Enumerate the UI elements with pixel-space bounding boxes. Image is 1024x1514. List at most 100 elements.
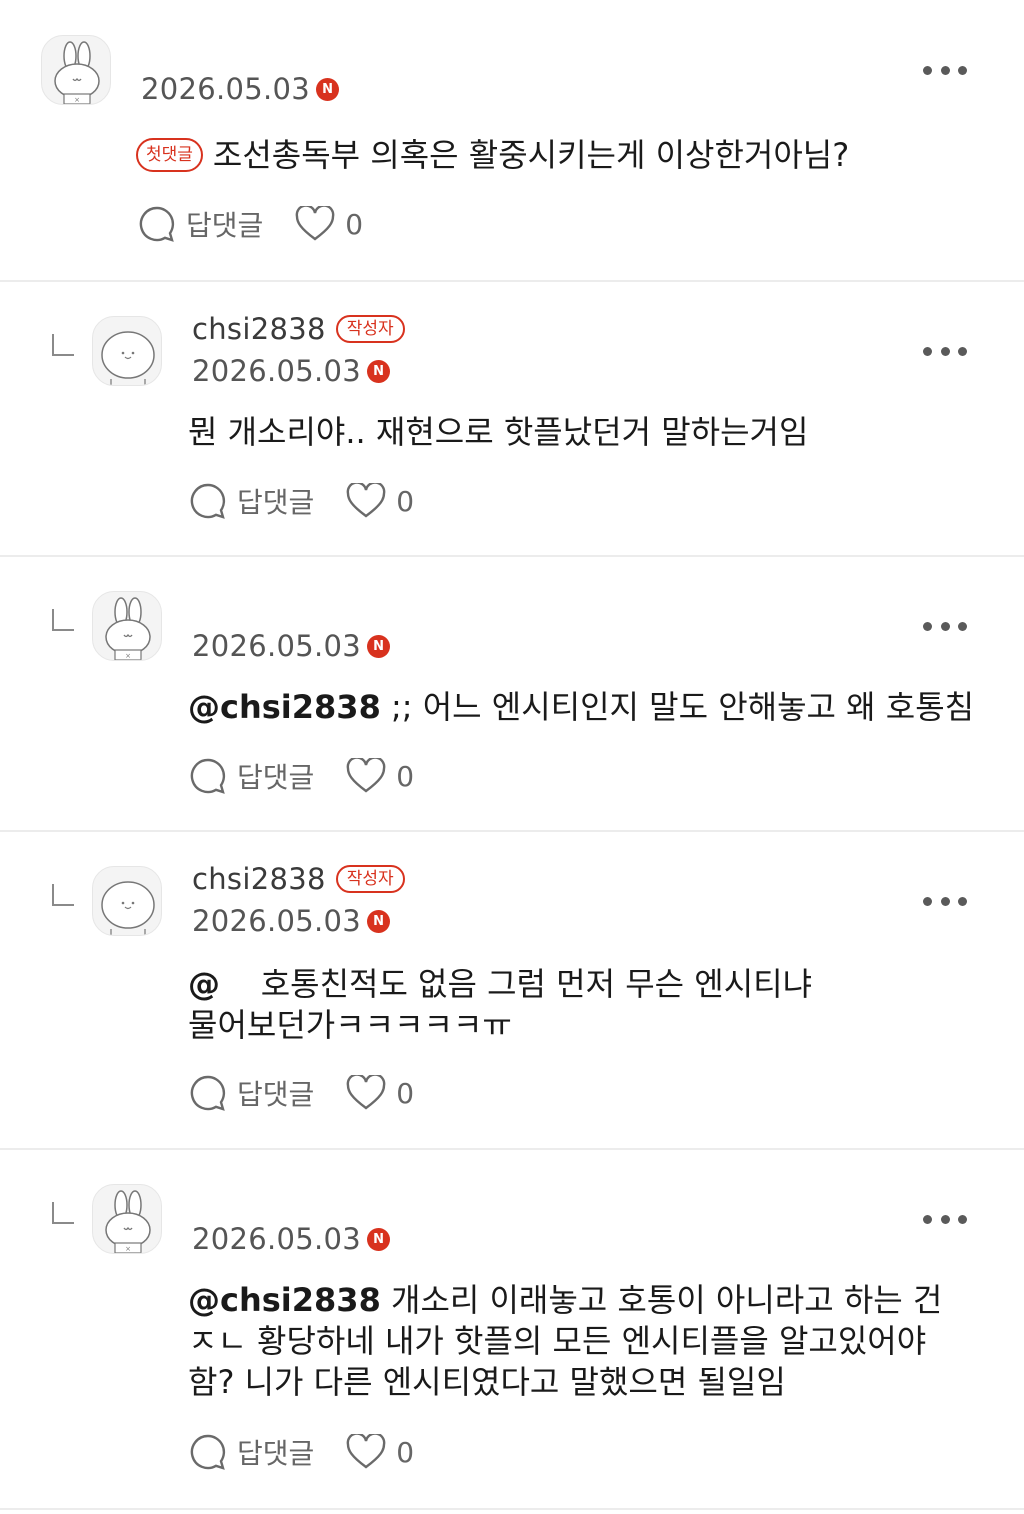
mention-link[interactable]: @chsi2838 bbox=[188, 688, 381, 726]
comment-actions: 답댓글 0 bbox=[189, 756, 414, 796]
reply-indicator-icon bbox=[52, 609, 74, 631]
heart-icon bbox=[346, 1434, 386, 1469]
new-badge: N bbox=[367, 1227, 391, 1251]
like-count: 0 bbox=[345, 207, 364, 241]
new-badge: N bbox=[316, 77, 340, 101]
svg-text:×: × bbox=[74, 96, 80, 104]
like-button[interactable]: 0 bbox=[346, 483, 414, 519]
comment-date: 2026.05.03 bbox=[192, 354, 362, 388]
more-options-button[interactable] bbox=[923, 889, 967, 913]
reply-label: 답댓글 bbox=[186, 209, 264, 242]
comment-body: 호통친적도 없음 그럼 먼저 무슨 엔시티냐 물어보던가ㅋㅋㅋㅋㅋㅠ bbox=[188, 965, 823, 1044]
comment-text: 첫댓글 조선총독부 의혹은 활중시키는게 이상한거아님? bbox=[136, 135, 936, 176]
author-row: chsi2838 작성자 bbox=[192, 312, 405, 346]
reply-indicator-icon bbox=[52, 334, 74, 356]
comment-date: 2026.05.03 bbox=[141, 72, 311, 106]
comment-meta: 2026.05.03 N bbox=[141, 72, 340, 106]
reply-button[interactable]: 답댓글 bbox=[189, 1432, 314, 1472]
reply-label: 답댓글 bbox=[237, 1078, 315, 1111]
dot-icon bbox=[923, 65, 932, 75]
comment-text: @chsi2838 개소리 이래놓고 호통이 아니라고 하는 건 ㅈㄴ 황당하네… bbox=[188, 1280, 958, 1403]
reply-button[interactable]: 답댓글 bbox=[189, 756, 314, 796]
comment-body: ;; 어느 엔시티인지 말도 안해놓고 왜 호통침 bbox=[380, 688, 975, 726]
dot-icon bbox=[940, 1214, 950, 1224]
dot-icon bbox=[940, 346, 950, 356]
comment-meta: 2026.05.03 N bbox=[192, 1222, 391, 1256]
like-count: 0 bbox=[396, 1435, 415, 1469]
more-options-button[interactable] bbox=[923, 1207, 967, 1231]
more-options-button[interactable] bbox=[923, 614, 967, 638]
reply-label: 답댓글 bbox=[237, 1437, 315, 1470]
reply-item: chsi2838 작성자 2026.05.03 N 뭔 개소리야.. 재현으로 … bbox=[0, 282, 1024, 557]
comment-actions: 답댓글 0 bbox=[189, 1073, 414, 1113]
heart-icon bbox=[346, 483, 386, 518]
svg-text:×: × bbox=[125, 652, 131, 660]
author-name[interactable]: chsi2838 bbox=[192, 862, 326, 896]
dot-icon bbox=[923, 1214, 932, 1224]
speech-bubble-icon bbox=[190, 1075, 226, 1111]
comment-text: 뭔 개소리야.. 재현으로 핫플났던거 말하는거임 bbox=[188, 412, 988, 453]
speech-bubble-icon bbox=[190, 1434, 226, 1470]
comment-date: 2026.05.03 bbox=[192, 629, 362, 663]
author-badge: 작성자 bbox=[335, 315, 405, 343]
mention-link[interactable]: @chsi2838 bbox=[188, 1281, 381, 1319]
like-count: 0 bbox=[396, 1076, 415, 1110]
dot-icon bbox=[940, 65, 950, 75]
svg-text:×: × bbox=[125, 1245, 131, 1253]
author-badge: 작성자 bbox=[335, 865, 405, 893]
reply-label: 답댓글 bbox=[237, 761, 315, 794]
reply-label: 답댓글 bbox=[237, 486, 315, 519]
reply-button[interactable]: 답댓글 bbox=[189, 1073, 314, 1113]
dot-icon bbox=[958, 65, 967, 75]
more-options-button[interactable] bbox=[923, 58, 967, 82]
reply-button[interactable]: 답댓글 bbox=[138, 204, 263, 244]
like-count: 0 bbox=[396, 759, 415, 793]
reply-item: × 2026.05.03 N @chsi2838 개소리 이래놓고 호통이 아니… bbox=[0, 1150, 1024, 1510]
comment-meta: 2026.05.03 N bbox=[192, 629, 391, 663]
comment-actions: 답댓글 0 bbox=[189, 1432, 414, 1472]
comment-item: × 2026.05.03 N 첫댓글 조선총독부 의혹은 활중시키는게 이상한거아… bbox=[0, 0, 1024, 282]
dot-icon bbox=[958, 621, 967, 631]
bunny-avatar[interactable]: × bbox=[41, 35, 111, 105]
reply-item: chsi2838 작성자 2026.05.03 N @ 호통친적도 없음 그럼 … bbox=[0, 832, 1024, 1150]
comment-meta: 2026.05.03 N bbox=[192, 354, 391, 388]
speech-bubble-icon bbox=[190, 483, 226, 519]
dot-icon bbox=[923, 896, 932, 906]
dot-icon bbox=[958, 346, 967, 356]
like-button[interactable]: 0 bbox=[346, 758, 414, 794]
mention-link[interactable]: @ bbox=[188, 965, 220, 1003]
comment-date: 2026.05.03 bbox=[192, 1222, 362, 1256]
dot-icon bbox=[958, 896, 967, 906]
round-face-avatar[interactable] bbox=[92, 866, 162, 936]
comment-body: 조선총독부 의혹은 활중시키는게 이상한거아님? bbox=[212, 136, 850, 174]
dot-icon bbox=[923, 346, 932, 356]
heart-icon bbox=[295, 206, 335, 241]
dot-icon bbox=[958, 1214, 967, 1224]
reply-indicator-icon bbox=[52, 1202, 74, 1224]
bunny-avatar[interactable]: × bbox=[92, 591, 162, 661]
speech-bubble-icon bbox=[190, 758, 226, 794]
like-button[interactable]: 0 bbox=[295, 206, 363, 242]
first-comment-badge: 첫댓글 bbox=[136, 138, 203, 172]
like-button[interactable]: 0 bbox=[346, 1434, 414, 1470]
like-button[interactable]: 0 bbox=[346, 1075, 414, 1111]
author-name[interactable]: chsi2838 bbox=[192, 312, 326, 346]
heart-icon bbox=[346, 1075, 386, 1110]
round-face-avatar[interactable] bbox=[92, 316, 162, 386]
comment-actions: 답댓글 0 bbox=[138, 204, 363, 244]
like-count: 0 bbox=[396, 484, 415, 518]
speech-bubble-icon bbox=[139, 206, 175, 242]
more-options-button[interactable] bbox=[923, 339, 967, 363]
comment-text: @ 호통친적도 없음 그럼 먼저 무슨 엔시티냐 물어보던가ㅋㅋㅋㅋㅋㅠ bbox=[188, 964, 828, 1046]
reply-button[interactable]: 답댓글 bbox=[189, 481, 314, 521]
dot-icon bbox=[923, 621, 932, 631]
bunny-avatar[interactable]: × bbox=[92, 1184, 162, 1254]
comment-actions: 답댓글 0 bbox=[189, 481, 414, 521]
heart-icon bbox=[346, 758, 386, 793]
author-row: chsi2838 작성자 bbox=[192, 862, 405, 896]
new-badge: N bbox=[367, 909, 391, 933]
reply-item: × 2026.05.03 N @chsi2838 ;; 어느 엔시티인지 말도 … bbox=[0, 557, 1024, 832]
comment-body: 뭔 개소리야.. 재현으로 핫플났던거 말하는거임 bbox=[188, 413, 809, 451]
dot-icon bbox=[940, 896, 950, 906]
comment-date: 2026.05.03 bbox=[192, 904, 362, 938]
